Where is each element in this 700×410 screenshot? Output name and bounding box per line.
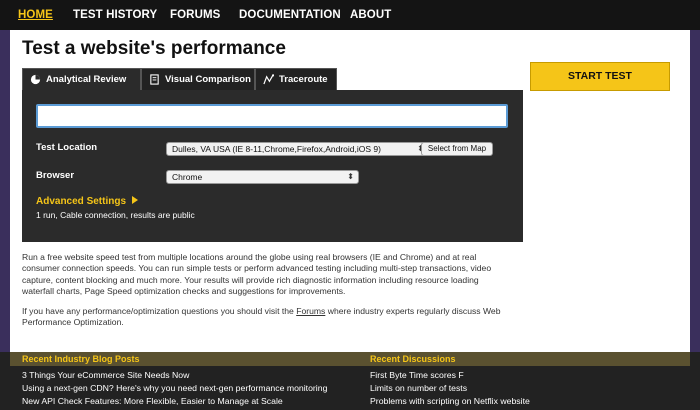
advanced-settings-summary: 1 run, Cable connection, results are pub… (36, 210, 195, 220)
top-nav-bar: Home Test History Forums Documentation A… (0, 0, 700, 30)
footer: Recent Industry Blog Posts Recent Discus… (0, 352, 700, 410)
discussion-link[interactable]: Limits on number of tests (370, 383, 467, 393)
browser-value: Chrome (172, 172, 203, 182)
tab-analytical-review[interactable]: Analytical Review (22, 68, 141, 90)
advanced-settings-label: Advanced Settings (36, 196, 127, 207)
blog-post-link[interactable]: New API Check Features: More Flexible, E… (22, 396, 283, 406)
start-test-button[interactable]: Start Test (530, 62, 670, 91)
blog-posts-heading: Recent Industry Blog Posts (22, 354, 140, 364)
forums-paragraph: If you have any performance/optimization… (22, 306, 512, 329)
advanced-settings-toggle[interactable]: Advanced Settings (36, 196, 139, 207)
nav-home[interactable]: Home (18, 9, 53, 21)
blog-post-link[interactable]: Using a next-gen CDN? Here's why you nee… (22, 383, 327, 393)
nav-test-history[interactable]: Test History (73, 9, 157, 21)
triangle-right-icon (132, 196, 139, 204)
url-input[interactable] (36, 104, 508, 128)
browser-select[interactable]: Chrome ⬍ (166, 170, 359, 184)
test-location-value: Dulles, VA USA (IE 8-11,Chrome,Firefox,A… (172, 144, 381, 154)
description-paragraph: Run a free website speed test from multi… (22, 252, 492, 296)
forums-link[interactable]: Forums (296, 306, 325, 316)
test-location-select[interactable]: Dulles, VA USA (IE 8-11,Chrome,Firefox,A… (166, 142, 429, 156)
discussion-link[interactable]: First Byte Time scores F (370, 370, 464, 380)
tab-label: Visual Comparison (165, 74, 251, 85)
test-form-panel: Test Location Dulles, VA USA (IE 8-11,Ch… (22, 90, 523, 242)
discussions-heading: Recent Discussions (370, 354, 456, 364)
page-title: Test a website's performance (22, 38, 286, 59)
blog-post-link[interactable]: 3 Things Your eCommerce Site Needs Now (22, 370, 189, 380)
select-from-map-button[interactable]: Select from Map (421, 142, 493, 156)
nav-documentation[interactable]: Documentation (239, 9, 341, 21)
nav-forums[interactable]: Forums (170, 9, 220, 21)
select-arrows-icon: ⬍ (347, 172, 354, 181)
discussion-link[interactable]: Problems with scripting on Netflix websi… (370, 396, 530, 406)
pie-chart-icon (30, 74, 41, 85)
forums-text-before: If you have any performance/optimization… (22, 306, 297, 316)
tab-label: Traceroute (279, 74, 328, 85)
nav-about[interactable]: About (350, 9, 391, 21)
test-location-label: Test Location (36, 142, 98, 153)
browser-label: Browser (36, 170, 75, 181)
tab-traceroute[interactable]: Traceroute (255, 68, 337, 90)
tab-visual-comparison[interactable]: Visual Comparison (141, 68, 255, 90)
document-icon (150, 74, 159, 85)
traceroute-icon (263, 74, 274, 85)
tab-label: Analytical Review (46, 74, 127, 85)
